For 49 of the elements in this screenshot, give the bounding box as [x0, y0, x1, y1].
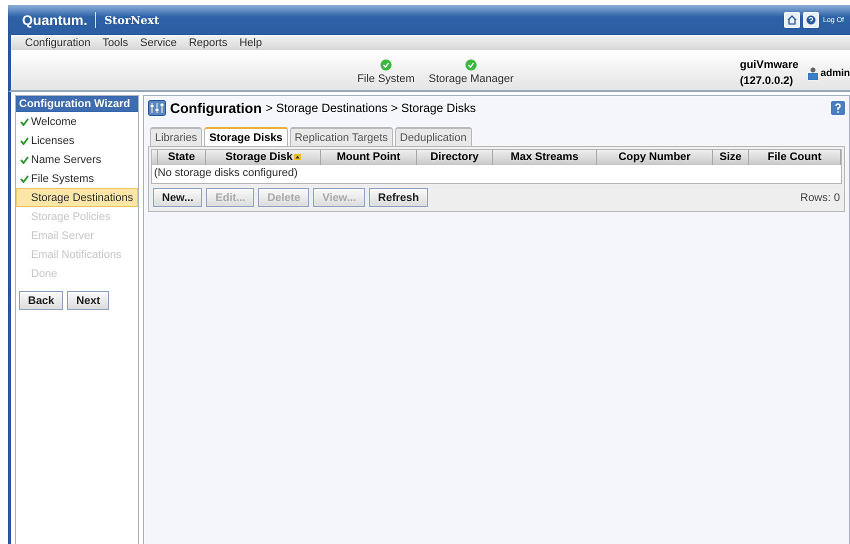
checkmark-icon [20, 156, 29, 164]
checkmark-icon [20, 136, 29, 144]
wizard-step[interactable]: Storage Destinations [16, 188, 138, 207]
status-label[interactable]: File System [357, 73, 415, 85]
wizard-step[interactable]: File Systems [16, 169, 138, 188]
host-name: guiVmware [740, 59, 799, 71]
sort-ascending-icon [294, 154, 301, 160]
user-icon [806, 67, 819, 80]
tab[interactable]: Storage Disks [204, 127, 288, 146]
page-title: Configuration [170, 100, 262, 116]
column-header[interactable]: Copy Number [597, 150, 713, 165]
column-header[interactable]: State [158, 150, 206, 165]
host-address: (127.0.0.2) [740, 75, 794, 87]
menu-item[interactable]: Reports [188, 36, 228, 48]
breadcrumb-path: > Storage Destinations > Storage Disks [266, 101, 476, 115]
column-header[interactable]: Max Streams [493, 150, 597, 165]
wizard-button[interactable]: Next [67, 291, 110, 310]
menu-item[interactable]: Tools [102, 36, 128, 48]
wizard-step[interactable]: Licenses [16, 131, 138, 150]
wizard-step[interactable]: Welcome [16, 112, 138, 131]
row-header-corner [152, 150, 158, 165]
sliders-icon [148, 100, 166, 116]
empty-message: (No storage disks configured) [153, 166, 299, 181]
tab[interactable]: Libraries [150, 127, 202, 146]
home-icon[interactable] [784, 12, 800, 28]
checkmark-icon [20, 118, 29, 126]
product-name: StorNext [104, 14, 160, 26]
menu-item[interactable]: Help [239, 36, 262, 48]
brand-logo: Quantum. [22, 12, 88, 28]
column-header[interactable]: File Count [749, 150, 841, 165]
wizard-button[interactable]: Back [19, 291, 64, 310]
action-button[interactable]: New... [153, 188, 202, 207]
wizard-title: Configuration Wizard [16, 96, 138, 112]
user-name[interactable]: admin [820, 68, 850, 79]
menu-item[interactable]: Configuration [25, 36, 90, 48]
wizard-step[interactable]: Name Servers [16, 150, 138, 169]
status-label[interactable]: Storage Manager [428, 73, 514, 85]
column-header[interactable]: Size [713, 150, 749, 165]
help-icon[interactable] [831, 101, 845, 115]
rows-count: Rows: 0 [800, 192, 840, 204]
column-header[interactable]: Storage Disk [206, 150, 321, 165]
column-header[interactable]: Mount Point [321, 150, 417, 165]
column-header[interactable]: Directory [417, 150, 493, 165]
action-button[interactable]: Refresh [369, 188, 428, 207]
tab[interactable]: Replication Targets [290, 127, 393, 146]
help-icon[interactable] [802, 12, 819, 28]
tab[interactable]: Deduplication [394, 127, 472, 146]
menu-item[interactable]: Service [140, 36, 177, 48]
checkmark-icon [20, 174, 29, 182]
